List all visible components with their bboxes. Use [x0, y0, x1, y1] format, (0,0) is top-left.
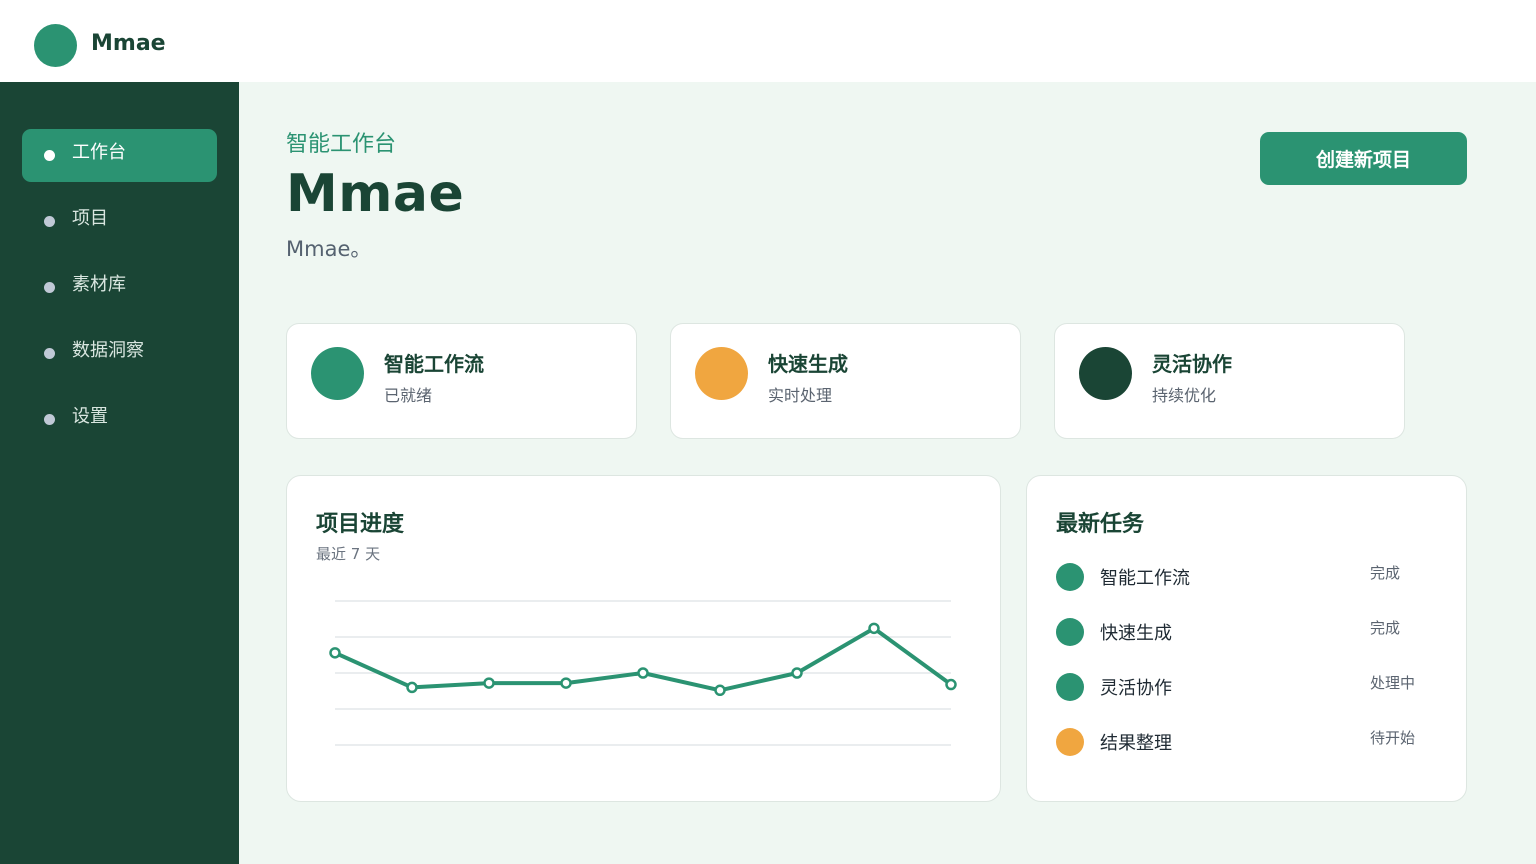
feature-status: 已就绪: [384, 386, 433, 405]
nav-bullet-icon: [44, 216, 55, 227]
task-row[interactable]: 智能工作流 完成: [1056, 562, 1436, 592]
feature-title: 快速生成: [768, 352, 848, 376]
page-title: Mmae: [286, 164, 465, 224]
feature-indicator-icon: [311, 347, 364, 400]
task-status-icon: [1056, 728, 1084, 756]
sidebar-item-label: 工作台: [72, 142, 126, 163]
page-eyebrow: 智能工作台: [286, 132, 397, 157]
nav-bullet-icon: [44, 414, 55, 425]
feature-title: 灵活协作: [1152, 352, 1232, 376]
feature-card-generation[interactable]: 快速生成 实时处理: [670, 323, 1021, 439]
task-status-icon: [1056, 673, 1084, 701]
chart-data-point[interactable]: [637, 667, 649, 679]
chart-data-point[interactable]: [329, 647, 341, 659]
sidebar-item-workbench[interactable]: 工作台: [22, 129, 217, 182]
feature-status: 实时处理: [768, 386, 833, 405]
feature-indicator-icon: [1079, 347, 1132, 400]
chart-data-point[interactable]: [945, 678, 957, 691]
sidebar-item-settings[interactable]: 设置: [22, 393, 217, 446]
task-row[interactable]: 快速生成 完成: [1056, 617, 1436, 647]
sidebar-item-insights[interactable]: 数据洞察: [22, 327, 217, 380]
task-status: 完成: [1370, 564, 1401, 582]
chart-data-point[interactable]: [868, 622, 880, 635]
nav-bullet-icon: [44, 348, 55, 359]
nav-bullet-icon: [44, 150, 55, 161]
sidebar-item-label: 数据洞察: [72, 340, 144, 361]
feature-status: 持续优化: [1152, 386, 1217, 405]
main-content: 智能工作台 Mmae Mmae。 创建新项目 智能工作流 已就绪 快速生成 实时…: [239, 82, 1536, 864]
chart-data-point[interactable]: [406, 681, 418, 694]
feature-card-workflow[interactable]: 智能工作流 已就绪: [286, 323, 637, 439]
task-row[interactable]: 结果整理 待开始: [1056, 727, 1436, 757]
task-row[interactable]: 灵活协作 处理中: [1056, 672, 1436, 702]
create-project-button[interactable]: 创建新项目: [1260, 132, 1467, 185]
sidebar: 工作台 项目 素材库 数据洞察 设置: [0, 82, 239, 864]
task-label: 结果整理: [1100, 733, 1172, 754]
task-status: 完成: [1370, 619, 1401, 637]
task-status-icon: [1056, 563, 1084, 591]
chart-data-point[interactable]: [791, 667, 803, 679]
nav-bullet-icon: [44, 282, 55, 293]
task-label: 智能工作流: [1100, 568, 1190, 589]
feature-card-collaboration[interactable]: 灵活协作 持续优化: [1054, 323, 1405, 439]
task-label: 灵活协作: [1100, 678, 1172, 699]
page-subtitle: Mmae。: [286, 237, 372, 261]
brand-name[interactable]: Mmae: [91, 31, 166, 56]
tasks-card: 最新任务 智能工作流 完成 快速生成 完成 灵活协作 处理中 结果整理 待开始: [1026, 475, 1467, 802]
chart-data-point[interactable]: [483, 677, 495, 689]
sidebar-item-assets[interactable]: 素材库: [22, 261, 217, 314]
top-bar: Mmae: [0, 0, 1536, 82]
feature-title: 智能工作流: [384, 352, 484, 376]
progress-line-chart: [329, 600, 957, 746]
tasks-card-title: 最新任务: [1056, 512, 1145, 537]
sidebar-item-label: 素材库: [72, 274, 126, 295]
sidebar-item-projects[interactable]: 项目: [22, 195, 217, 248]
sidebar-item-label: 设置: [72, 406, 108, 427]
feature-indicator-icon: [695, 347, 748, 400]
task-status: 待开始: [1370, 729, 1416, 747]
logo-icon[interactable]: [34, 24, 77, 67]
chart-data-point[interactable]: [560, 677, 572, 689]
task-status-icon: [1056, 618, 1084, 646]
sidebar-item-label: 项目: [72, 208, 108, 229]
task-status: 处理中: [1370, 674, 1416, 692]
progress-card: 项目进度 最近 7 天: [286, 475, 1001, 802]
chart-data-point[interactable]: [714, 684, 726, 697]
task-label: 快速生成: [1100, 623, 1172, 644]
